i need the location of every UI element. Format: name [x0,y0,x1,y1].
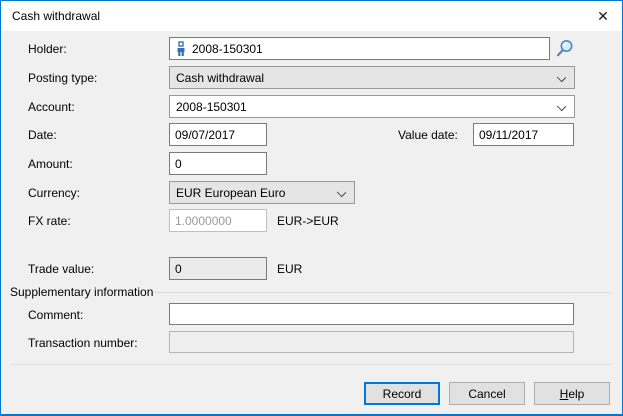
cash-withdrawal-dialog: Cash withdrawal ✕ Holder: Posting type: … [0,0,623,416]
cancel-button-label: Cancel [468,386,506,401]
date-label: Date: [28,128,57,142]
help-button-label: Help [559,386,585,401]
fx-rate-suffix: EUR->EUR [277,214,339,228]
record-button[interactable]: Record [364,382,440,405]
holder-label: Holder: [28,42,67,56]
chevron-down-icon [556,72,567,83]
value-date-label: Value date: [398,128,458,142]
fx-rate-input [169,209,267,232]
close-icon[interactable]: ✕ [590,5,616,27]
footer-divider [11,364,612,365]
supplementary-section-label: Supplementary information [10,285,154,299]
trade-value-input [169,257,267,280]
transaction-number-input [169,331,574,353]
amount-label: Amount: [28,157,73,171]
account-label: Account: [28,100,75,114]
section-divider [153,292,612,293]
date-input[interactable] [169,123,267,146]
amount-input[interactable] [169,152,267,175]
account-select[interactable]: 2008-150301 [169,95,575,118]
dialog-title: Cash withdrawal [12,9,101,23]
transaction-number-label: Transaction number: [28,336,138,350]
record-button-label: Record [382,386,422,401]
search-icon[interactable] [554,38,575,59]
chevron-down-icon [336,187,347,198]
value-date-input[interactable] [473,123,574,146]
cancel-button[interactable]: Cancel [449,382,525,405]
help-button[interactable]: Help [534,382,610,405]
currency-select[interactable]: EUR European Euro [169,181,355,204]
currency-label: Currency: [28,186,81,200]
posting-type-value: Cash withdrawal [176,70,265,85]
trade-value-suffix: EUR [277,262,303,276]
posting-type-select[interactable]: Cash withdrawal [169,66,575,89]
trade-value-label: Trade value: [28,262,95,276]
comment-label: Comment: [28,308,84,322]
titlebar: Cash withdrawal ✕ [1,1,622,31]
account-value: 2008-150301 [176,99,247,114]
fx-rate-label: FX rate: [28,214,71,228]
currency-value: EUR European Euro [176,185,286,200]
chevron-down-icon [556,101,567,112]
holder-input[interactable] [169,37,550,60]
comment-input[interactable] [169,303,574,325]
posting-type-label: Posting type: [28,71,98,85]
